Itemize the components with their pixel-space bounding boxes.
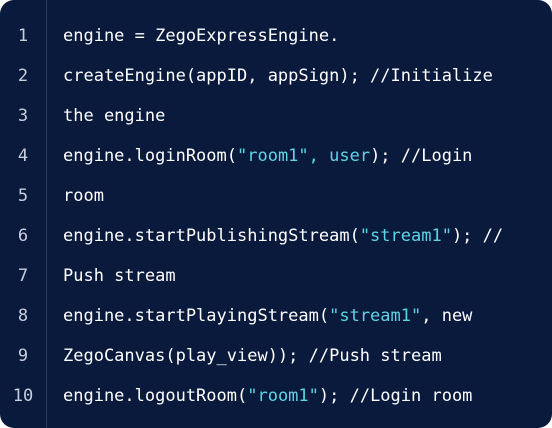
code-token: room xyxy=(63,186,104,206)
code-token: , new xyxy=(421,306,473,326)
line-text: the engine xyxy=(63,106,165,126)
code-token: engine.loginRoom( xyxy=(63,146,237,166)
code-token: Push stream xyxy=(63,266,176,286)
code-token: createEngine(appID, appSign); //Initiali… xyxy=(63,66,493,86)
code-line: 4 engine.loginRoom("room1", user); //Log… xyxy=(0,136,552,176)
line-text: engine.logoutRoom("room1"); //Login room xyxy=(63,386,472,406)
code-line: 5 room xyxy=(0,176,552,216)
code-token: the engine xyxy=(63,106,166,126)
code-token: engine.logoutRoom( xyxy=(63,386,248,406)
string-literal: "stream1" xyxy=(329,306,422,326)
line-text: ZegoCanvas(play_view)); //Push stream xyxy=(63,346,442,366)
code-line: 10 engine.logoutRoom("room1"); //Login r… xyxy=(0,376,552,416)
line-number: 5 xyxy=(17,186,29,206)
line-number: 3 xyxy=(17,106,29,126)
line-text: createEngine(appID, appSign); //Initiali… xyxy=(63,66,493,86)
line-text: room xyxy=(63,186,104,206)
code-line: 6 engine.startPublishingStream("stream1"… xyxy=(0,216,552,256)
code-line: 1 engine = ZegoExpressEngine. xyxy=(0,16,552,56)
line-number: 4 xyxy=(17,146,29,166)
code-token: ); //Login room xyxy=(318,386,473,406)
code-token: ); //Login xyxy=(370,146,473,166)
line-text: Push stream xyxy=(63,266,176,286)
line-text: engine = ZegoExpressEngine. xyxy=(63,26,339,46)
code-line: 2 createEngine(appID, appSign); //Initia… xyxy=(0,56,552,96)
code-token: ); // xyxy=(451,226,504,246)
line-number: 6 xyxy=(17,226,29,246)
line-number: 1 xyxy=(17,26,29,46)
string-literal: "room1" xyxy=(247,386,319,406)
code-line: 3 the engine xyxy=(0,96,552,136)
line-text: engine.startPublishingStream("stream1");… xyxy=(63,226,503,246)
line-number: 8 xyxy=(17,306,29,326)
line-text: engine.loginRoom("room1", user); //Login xyxy=(63,146,472,166)
code-block: 1 engine = ZegoExpressEngine. 2 createEn… xyxy=(0,0,552,428)
code-lines: 1 engine = ZegoExpressEngine. 2 createEn… xyxy=(0,16,552,416)
line-number: 7 xyxy=(17,266,29,286)
line-text: engine.startPlayingStream("stream1", new xyxy=(63,306,472,326)
code-token: ZegoCanvas(play_view)); //Push stream xyxy=(63,346,442,366)
string-literal: "stream1" xyxy=(359,226,452,246)
code-token: engine = ZegoExpressEngine. xyxy=(63,26,340,46)
line-number: 9 xyxy=(17,346,29,366)
code-token: engine.startPublishingStream( xyxy=(63,226,360,246)
code-line: 8 engine.startPlayingStream("stream1", n… xyxy=(0,296,552,336)
line-number: 10 xyxy=(12,386,34,406)
line-number: 2 xyxy=(17,66,29,86)
string-literal: "room1", user xyxy=(237,146,371,166)
code-token: engine.startPlayingStream( xyxy=(63,306,330,326)
code-line: 9 ZegoCanvas(play_view)); //Push stream xyxy=(0,336,552,376)
code-line: 7 Push stream xyxy=(0,256,552,296)
